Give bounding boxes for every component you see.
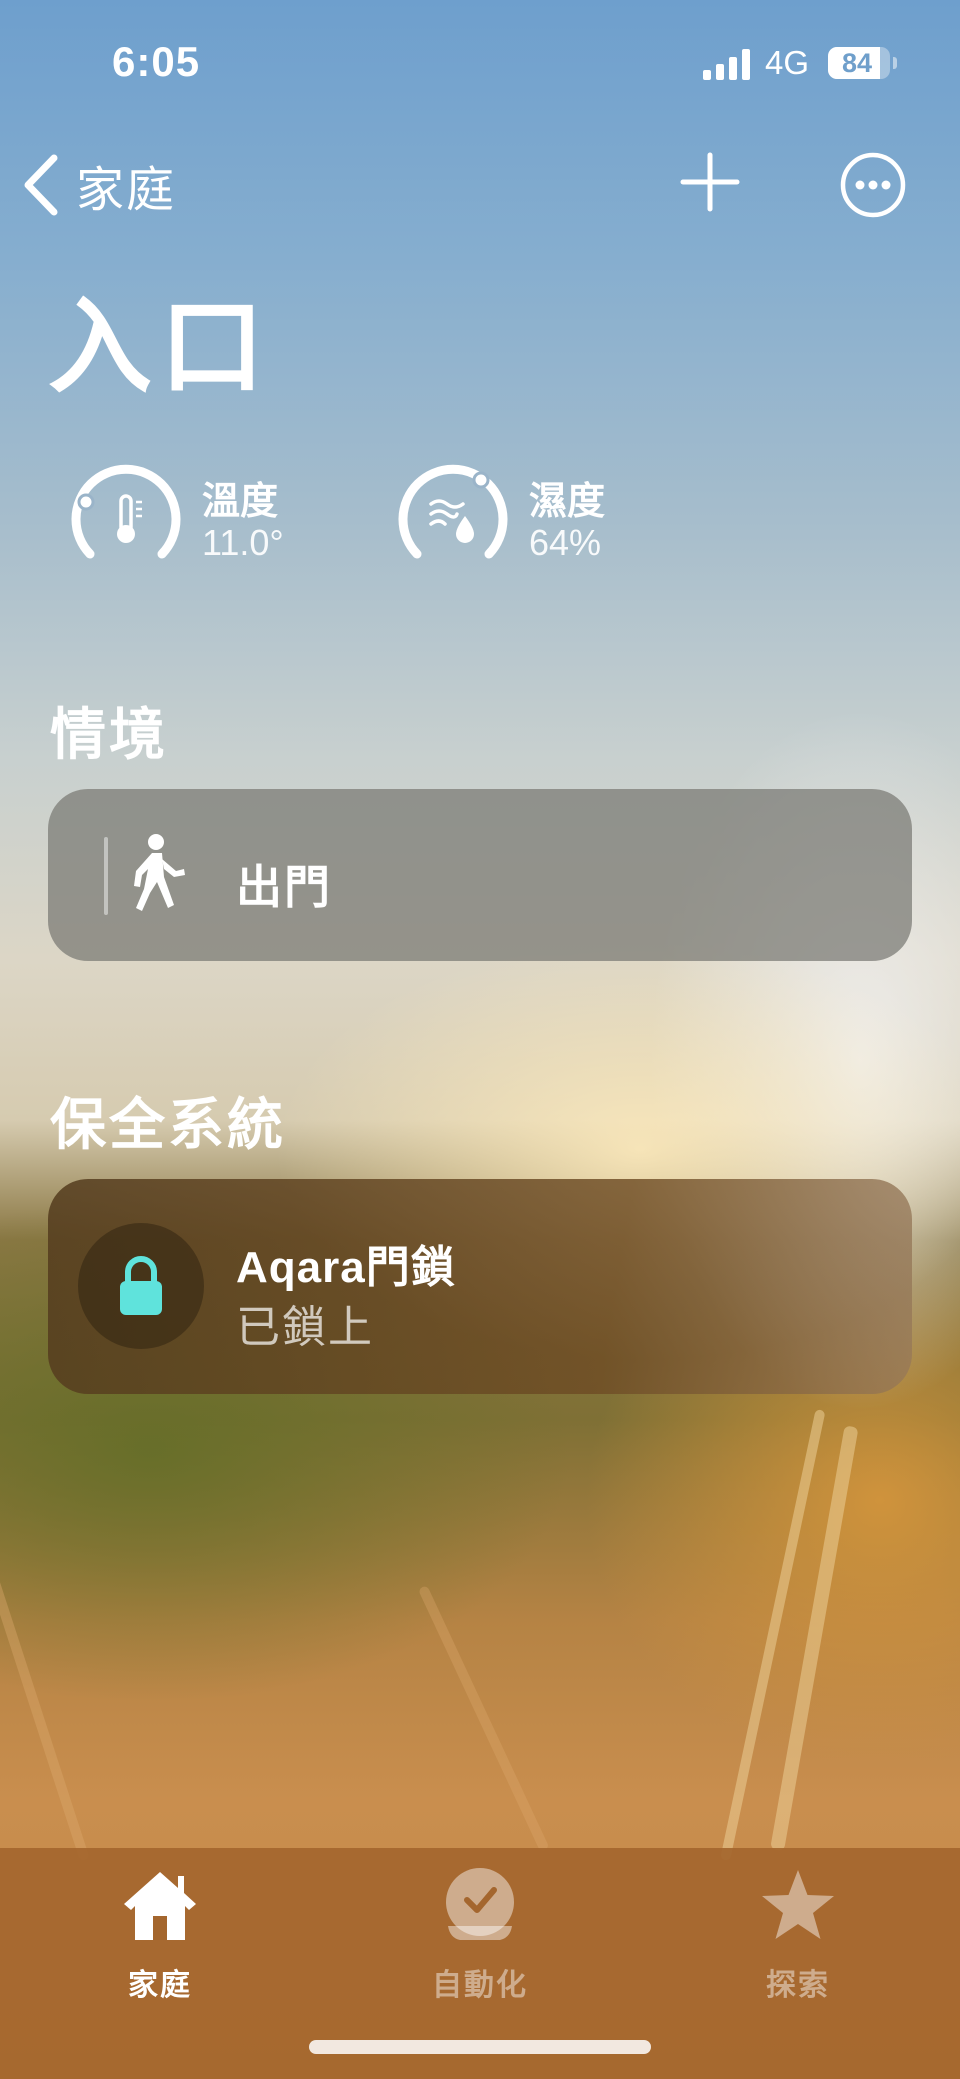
lock-icon-button[interactable]	[78, 1223, 204, 1349]
scenes-section-title: 情境	[50, 703, 168, 766]
status-time: 6:05	[112, 38, 201, 85]
sensor-label: 濕度	[529, 481, 606, 523]
network-type: 4G	[765, 44, 810, 81]
clock-check-icon	[446, 1868, 514, 1940]
page-title: 入口	[48, 290, 273, 406]
scene-card-leave-home[interactable]: 出門	[48, 789, 912, 961]
navigation-bar: 家庭	[0, 140, 960, 230]
tab-automation[interactable]: 自動化	[380, 1866, 580, 2006]
tab-discover[interactable]: 探索	[698, 1866, 898, 2006]
lock-icon	[120, 1256, 162, 1315]
lock-name: Aqara門鎖	[236, 1243, 456, 1292]
scene-label: 出門	[236, 861, 332, 913]
humidity-icon	[398, 464, 508, 559]
grass-blur-decoration	[0, 1573, 90, 1862]
sensor-value: 64%	[529, 522, 602, 563]
more-options-button[interactable]	[840, 152, 906, 218]
tab-home[interactable]: 家庭	[60, 1866, 260, 2006]
house-icon	[124, 1872, 196, 1940]
battery-percent: 84	[841, 48, 873, 78]
tab-label: 家庭	[128, 1969, 192, 2002]
tab-label: 自動化	[432, 1969, 528, 2002]
lock-status: 已鎖上	[236, 1303, 374, 1352]
add-button[interactable]	[680, 152, 740, 212]
battery-icon: 84	[828, 47, 890, 79]
scene-divider	[104, 837, 108, 915]
sensor-label: 溫度	[202, 481, 279, 523]
cellular-signal-icon	[703, 49, 750, 80]
security-section-title: 保全系統	[50, 1093, 286, 1156]
door-lock-card[interactable]: Aqara門鎖 已鎖上	[48, 1179, 912, 1394]
chevron-left-icon	[24, 154, 58, 216]
tab-label: 探索	[766, 1969, 830, 2002]
back-button-label: 家庭	[76, 164, 177, 217]
sensor-value: 11.0°	[202, 522, 284, 563]
star-icon	[762, 1870, 834, 1939]
grass-blur-decoration	[417, 1585, 550, 1853]
walking-person-icon	[134, 834, 185, 911]
thermometer-icon	[71, 464, 181, 559]
grass-blur-decoration	[770, 1425, 859, 1852]
home-indicator	[309, 2040, 651, 2054]
battery-cap	[893, 57, 897, 69]
status-bar: 6:05 4G 84	[0, 0, 960, 110]
back-button[interactable]: 家庭	[22, 150, 176, 220]
